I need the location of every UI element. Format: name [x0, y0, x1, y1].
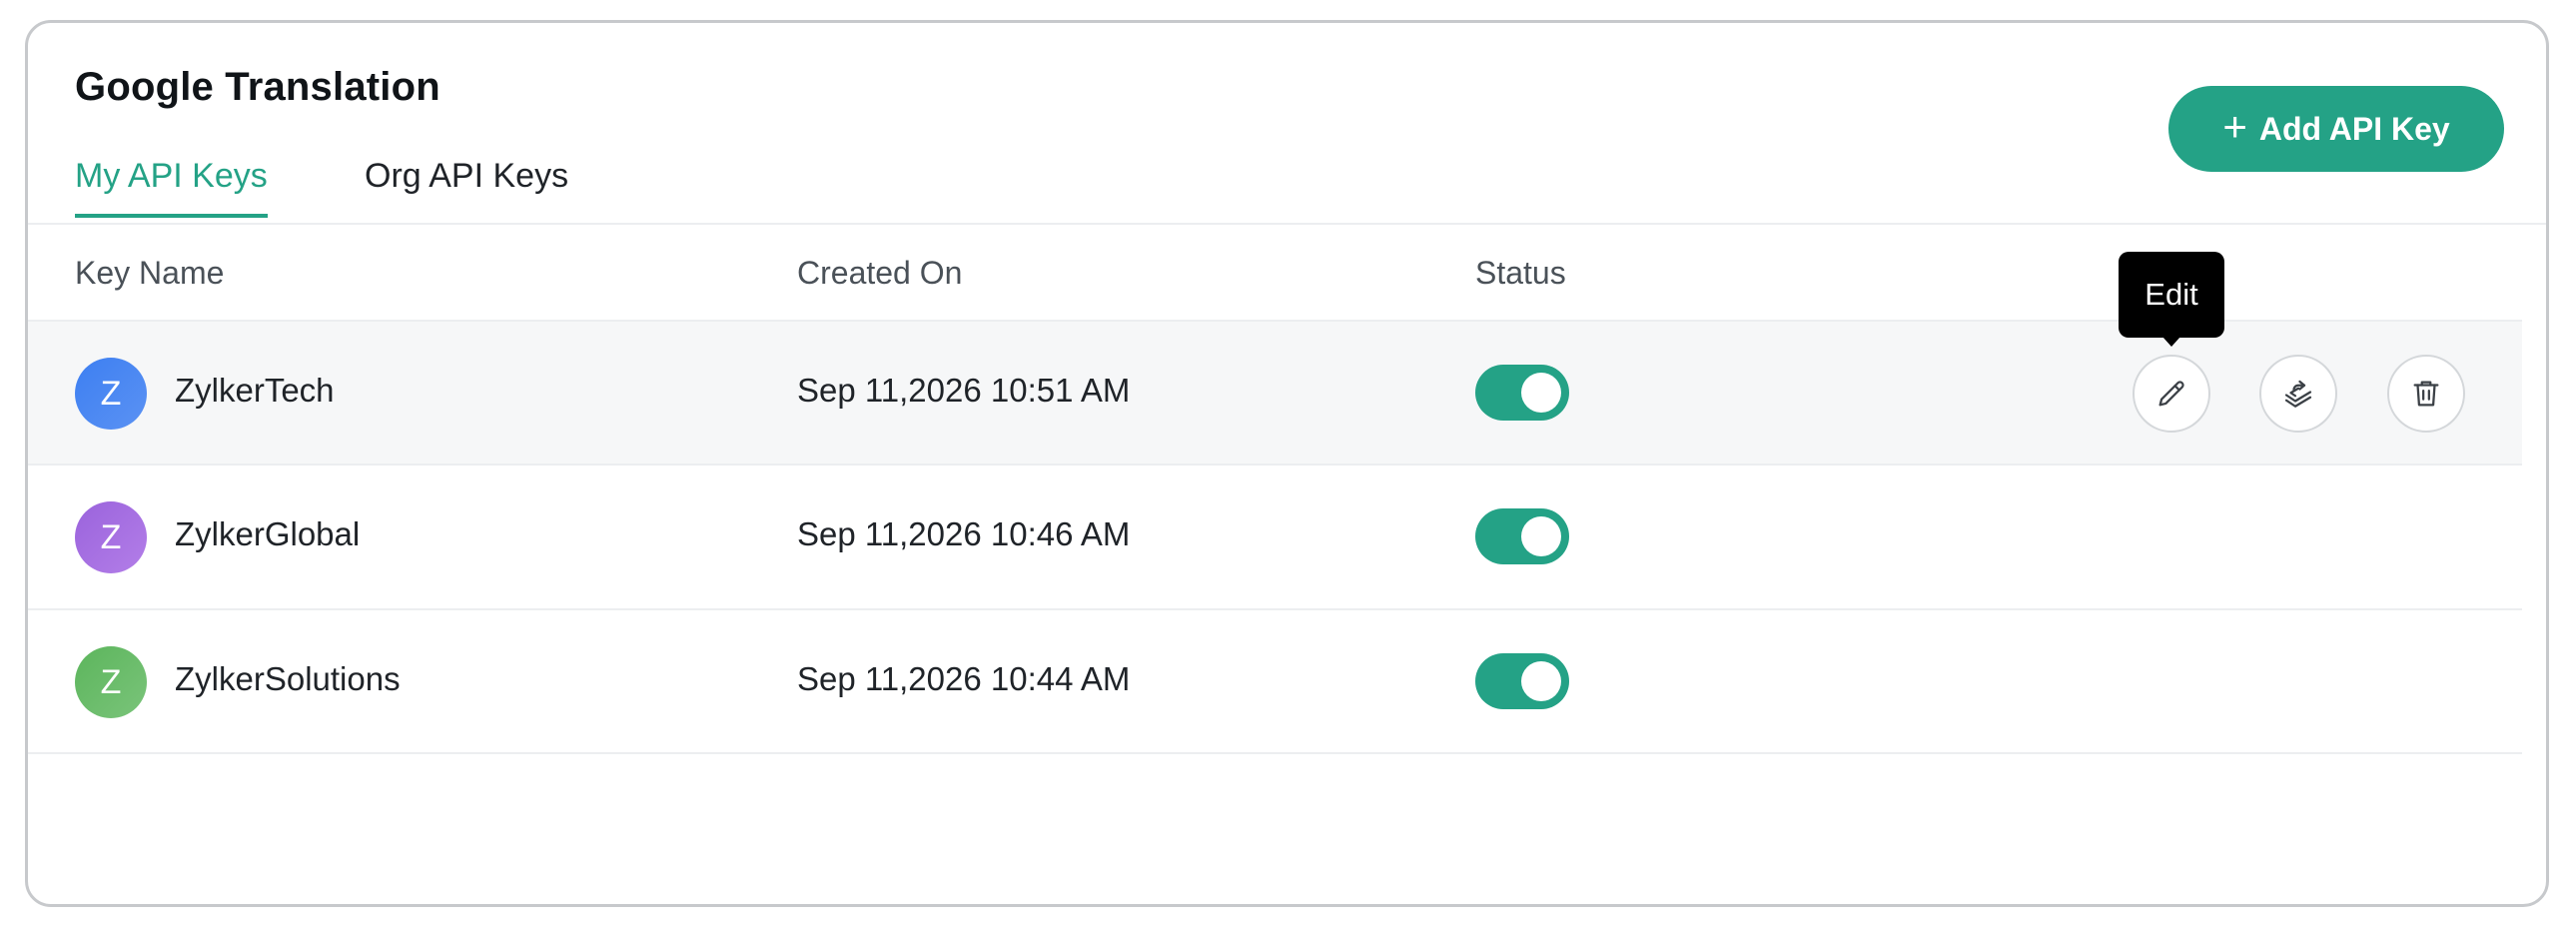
created-on: Sep 11,2026 10:44 AM: [797, 660, 1131, 697]
tab-my-api-keys[interactable]: My API Keys: [75, 157, 268, 218]
avatar: Z: [75, 358, 147, 430]
avatar: Z: [75, 501, 147, 573]
delete-button[interactable]: [2387, 355, 2465, 433]
api-keys-panel: Google Translation My API Keys Org API K…: [25, 20, 2549, 907]
table-end-divider: [28, 752, 2522, 754]
toggle-knob: [1521, 373, 1561, 413]
key-name: ZylkerTech: [175, 372, 335, 409]
toggle-knob: [1521, 516, 1561, 556]
header-divider: [28, 223, 2546, 225]
edit-tooltip: Edit: [2119, 252, 2224, 347]
status-toggle[interactable]: [1475, 508, 1569, 564]
column-header-key-name: Key Name: [75, 255, 225, 291]
table-row[interactable]: Z ZylkerSolutions Sep 11,2026 10:44 AM: [28, 608, 2522, 752]
status-toggle[interactable]: [1475, 653, 1569, 709]
add-api-key-button[interactable]: + Add API Key: [2168, 86, 2504, 172]
table-row[interactable]: Z ZylkerGlobal Sep 11,2026 10:46 AM: [28, 464, 2522, 607]
avatar: Z: [75, 646, 147, 718]
add-api-key-label: Add API Key: [2258, 110, 2450, 147]
toggle-knob: [1521, 661, 1561, 701]
column-header-status: Status: [1475, 255, 1566, 291]
tab-org-api-keys[interactable]: Org API Keys: [365, 157, 568, 214]
edit-button[interactable]: [2133, 355, 2210, 433]
created-on: Sep 11,2026 10:46 AM: [797, 515, 1131, 552]
created-on: Sep 11,2026 10:51 AM: [797, 372, 1131, 409]
plus-icon: +: [2222, 103, 2247, 150]
trash-icon: [2413, 381, 2439, 407]
page-title: Google Translation: [75, 65, 440, 109]
key-name: ZylkerSolutions: [175, 660, 401, 697]
key-name: ZylkerGlobal: [175, 515, 361, 552]
regenerate-key-button[interactable]: [2259, 355, 2337, 433]
table-row[interactable]: Z ZylkerTech Sep 11,2026 10:51 AM: [28, 320, 2522, 464]
regenerate-key-icon: [2284, 380, 2312, 408]
pencil-icon: [2158, 381, 2184, 407]
column-header-created-on: Created On: [797, 255, 963, 291]
status-toggle[interactable]: [1475, 365, 1569, 421]
